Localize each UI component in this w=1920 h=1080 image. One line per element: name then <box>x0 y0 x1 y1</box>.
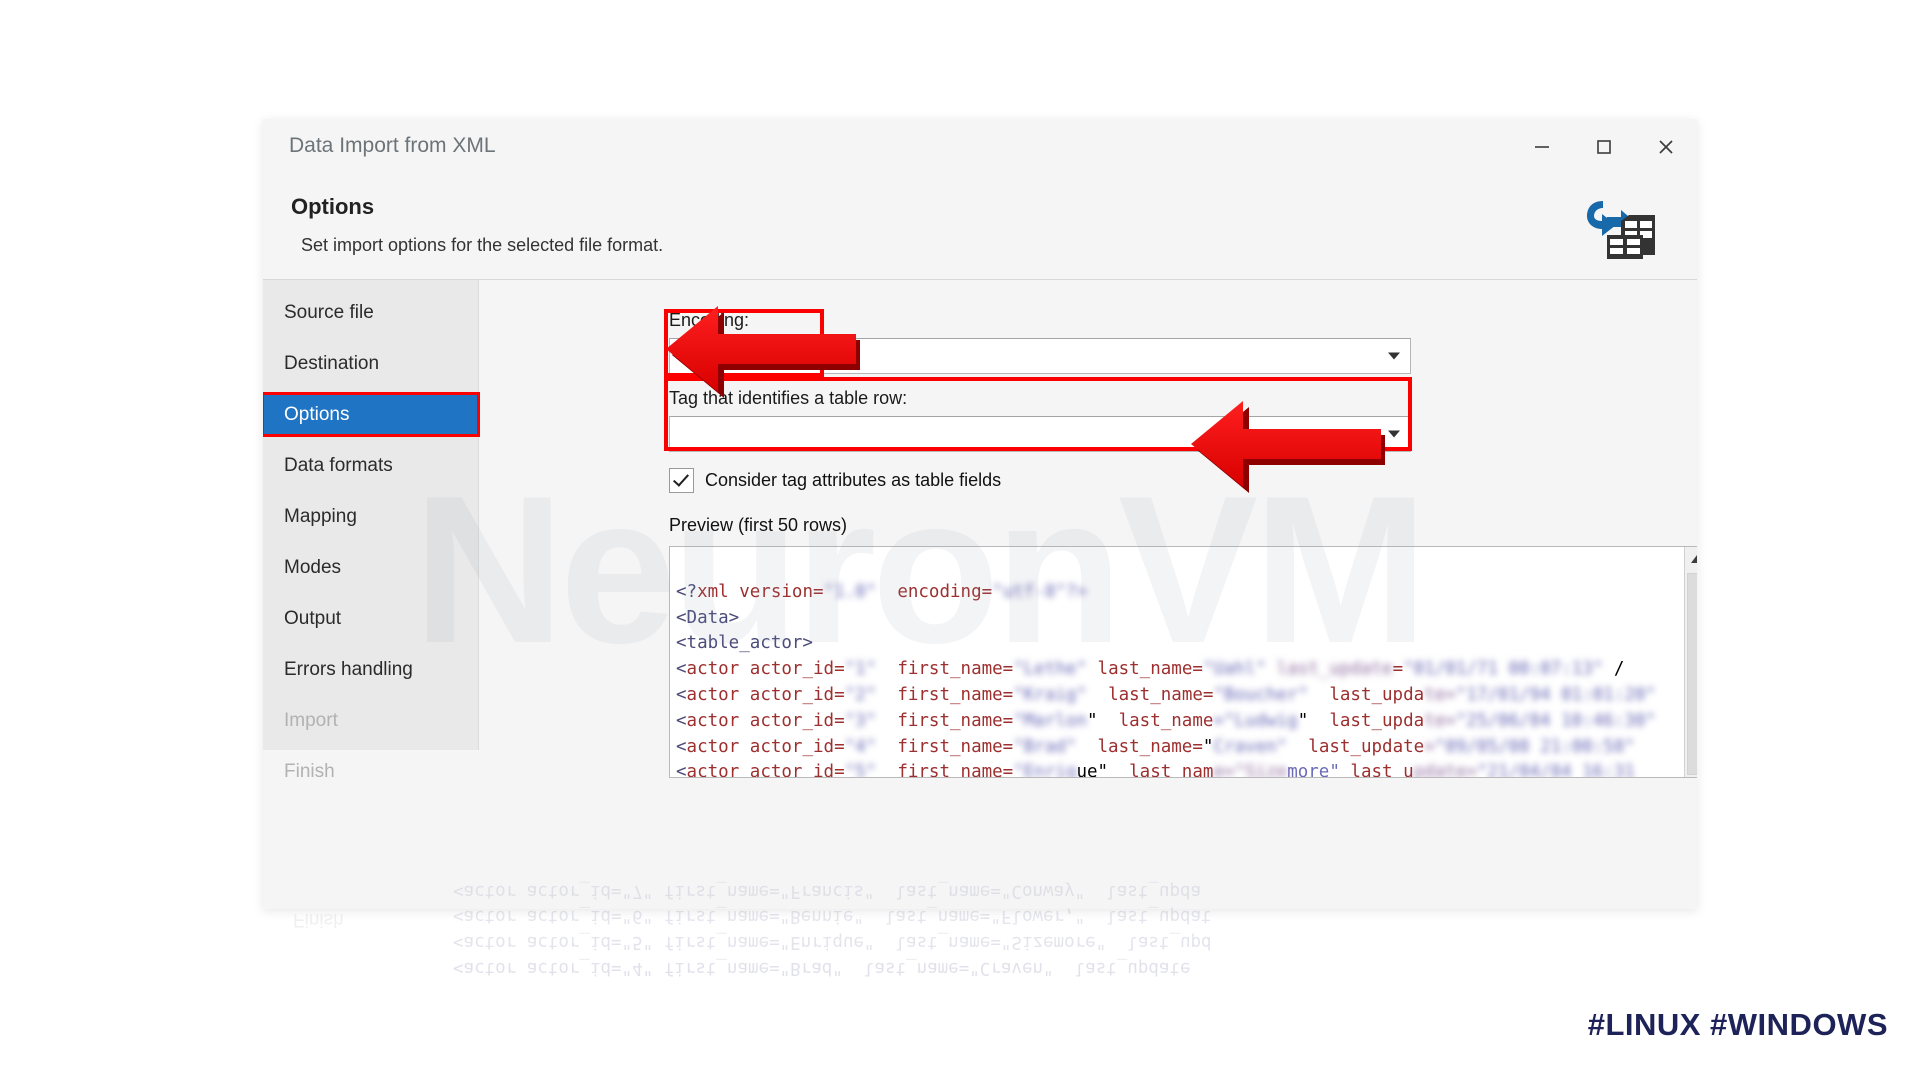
sidebar-item-label: Source file <box>284 302 374 323</box>
dialog-header: Options Set import options for the selec… <box>263 175 1697 280</box>
preview-line: <table_actor> <box>676 633 813 654</box>
sidebar-item-import: Import <box>263 700 478 741</box>
page-title: Options <box>291 194 375 219</box>
dialog-title: Data Import from XML <box>289 134 496 157</box>
sidebar-item-output[interactable]: Output <box>263 598 478 639</box>
sidebar-item-mapping[interactable]: Mapping <box>263 496 478 537</box>
window-controls <box>1511 119 1697 175</box>
close-button[interactable] <box>1635 119 1697 175</box>
consider-attributes-checkbox-row[interactable]: Consider tag attributes as table fields <box>669 468 1001 493</box>
sidebar-item-label: Destination <box>284 353 380 374</box>
xml-preview-code: <?xml version="1.0" encoding="utf-8"?> <… <box>670 547 1685 777</box>
sidebar-item-label: Import <box>284 710 338 731</box>
sidebar-item-label: Finish <box>284 761 335 782</box>
arrow-pointing-to-row-tag <box>1191 401 1385 493</box>
preview-line: <actor actor_id="4" first_name="Brad" la… <box>676 736 1635 757</box>
sidebar-item-label: Data formats <box>284 455 393 476</box>
screenshot-root: NeuronVM Data Import from XML <box>0 0 1920 1080</box>
minimize-button[interactable] <box>1511 119 1573 175</box>
page-subtitle: Set import options for the selected file… <box>301 235 664 255</box>
dialog-titlebar: Data Import from XML <box>263 119 1697 175</box>
wizard-steps-sidebar: Source file Destination Options Data for… <box>263 280 480 782</box>
sidebar-item-destination[interactable]: Destination <box>263 343 478 384</box>
scrollbar-thumb[interactable] <box>1687 573 1697 775</box>
sidebar-item-label: Options <box>284 404 350 425</box>
preview-line: <actor actor_id="5" first_name="Enrique"… <box>676 762 1635 777</box>
sidebar-item-source-file[interactable]: Source file <box>263 292 478 333</box>
sidebar-item-label: Modes <box>284 557 342 578</box>
sidebar-item-modes[interactable]: Modes <box>263 547 478 588</box>
preview-label: Preview (first 50 rows) <box>669 515 848 535</box>
xml-preview-box[interactable]: <?xml version="1.0" encoding="utf-8"?> <… <box>669 546 1697 778</box>
arrow-pointing-to-encoding <box>666 306 860 398</box>
sidebar-item-errors-handling[interactable]: Errors handling <box>263 649 478 690</box>
consider-attributes-label: Consider tag attributes as table fields <box>705 470 1002 490</box>
close-icon <box>1659 140 1673 154</box>
preview-line: <actor actor_id="3" first_name="Marlon" … <box>676 710 1656 731</box>
sidebar-item-finish: Finish <box>263 751 478 792</box>
sidebar-item-data-formats[interactable]: Data formats <box>263 445 478 486</box>
footer-hashtags: #LINUX #WINDOWS <box>1587 1007 1888 1042</box>
xml-to-table-import-icon <box>1585 195 1657 261</box>
chevron-down-icon <box>1388 352 1400 360</box>
preview-scrollbar[interactable] <box>1684 547 1697 777</box>
maximize-icon <box>1597 140 1611 154</box>
sidebar-item-options[interactable]: Options <box>263 392 480 437</box>
sidebar-item-label: Errors handling <box>284 659 413 680</box>
preview-line: <Data> <box>676 607 740 628</box>
sidebar-item-label: Mapping <box>284 506 357 527</box>
preview-line: <?xml version="1.0" encoding="utf-8"?> <box>676 581 1087 602</box>
data-import-dialog: NeuronVM Data Import from XML <box>263 119 1697 909</box>
minimize-icon <box>1535 146 1549 148</box>
preview-line: <actor actor_id="1" first_name="Lethe" l… <box>676 659 1625 680</box>
sidebar-item-label: Output <box>284 608 342 629</box>
maximize-button[interactable] <box>1573 119 1635 175</box>
chevron-down-icon <box>1388 430 1400 438</box>
scroll-up-button[interactable] <box>1685 547 1697 571</box>
preview-line: <actor actor_id="2" first_name="Kraig" l… <box>676 684 1656 705</box>
checkbox-icon[interactable] <box>669 468 694 493</box>
